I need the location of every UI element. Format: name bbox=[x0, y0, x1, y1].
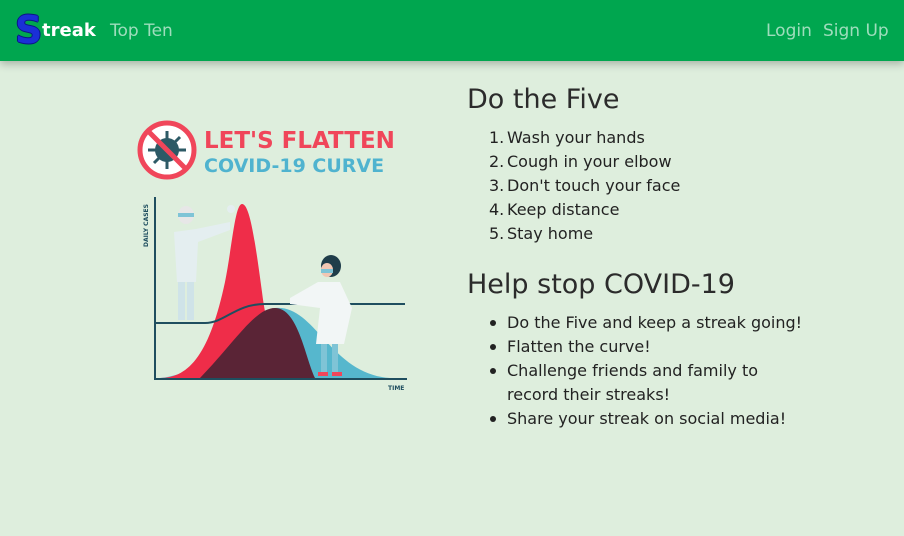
list-item: 3. Don't touch your face bbox=[489, 174, 681, 198]
help-stop-title: Help stop COVID-19 bbox=[467, 269, 735, 300]
y-axis-label: DAILY CASES bbox=[143, 204, 150, 247]
list-item: 5. Stay home bbox=[489, 222, 680, 246]
help-stop-list: Do the Five and keep a streak going! Fla… bbox=[490, 311, 807, 431]
poster-line1: LET'S FLATTEN bbox=[204, 128, 395, 154]
x-axis-label: TIME bbox=[388, 385, 404, 392]
poster-line2: COVID-19 CURVE bbox=[204, 155, 384, 177]
list-number: 2. bbox=[489, 152, 505, 171]
list-item: 4. Keep distance bbox=[489, 198, 680, 222]
list-item: Do the Five and keep a streak going! bbox=[490, 311, 807, 335]
brand-initial: S bbox=[15, 8, 43, 52]
list-number: 1. bbox=[489, 128, 505, 147]
list-item: 2. Cough in your elbow bbox=[489, 150, 680, 174]
do-five-title: Do the Five bbox=[467, 84, 620, 115]
list-item: Challenge friends and family to record t… bbox=[490, 359, 807, 407]
brand-name: treak bbox=[42, 20, 96, 41]
list-item-text: Cough in your elbow bbox=[507, 152, 672, 171]
nav-top-ten[interactable]: Top Ten bbox=[110, 21, 173, 41]
list-item: 1. Wash your hands bbox=[489, 126, 680, 150]
navbar: S treak Top Ten Login Sign Up bbox=[0, 0, 904, 61]
list-item-text: Don't touch your face bbox=[507, 176, 681, 195]
do-five-list: 1. Wash your hands 2. Cough in your elbow … bbox=[489, 126, 681, 246]
list-number: 5. bbox=[489, 224, 505, 243]
nav-login[interactable]: Login bbox=[766, 21, 812, 41]
brand-logo[interactable]: S treak bbox=[15, 8, 96, 52]
list-item-text: Keep distance bbox=[507, 200, 620, 219]
list-number: 3. bbox=[489, 176, 505, 195]
list-item-text: Stay home bbox=[507, 224, 594, 243]
list-item: Flatten the curve! bbox=[490, 335, 807, 359]
nav-signup[interactable]: Sign Up bbox=[823, 21, 889, 41]
no-virus-icon bbox=[137, 120, 197, 180]
list-item-text: Wash your hands bbox=[507, 128, 645, 147]
list-number: 4. bbox=[489, 200, 505, 219]
flatten-curve-poster: LET'S FLATTEN COVID-19 CURVE DAILY CASES… bbox=[137, 120, 407, 392]
list-item: Share your streak on social media! bbox=[490, 407, 807, 431]
